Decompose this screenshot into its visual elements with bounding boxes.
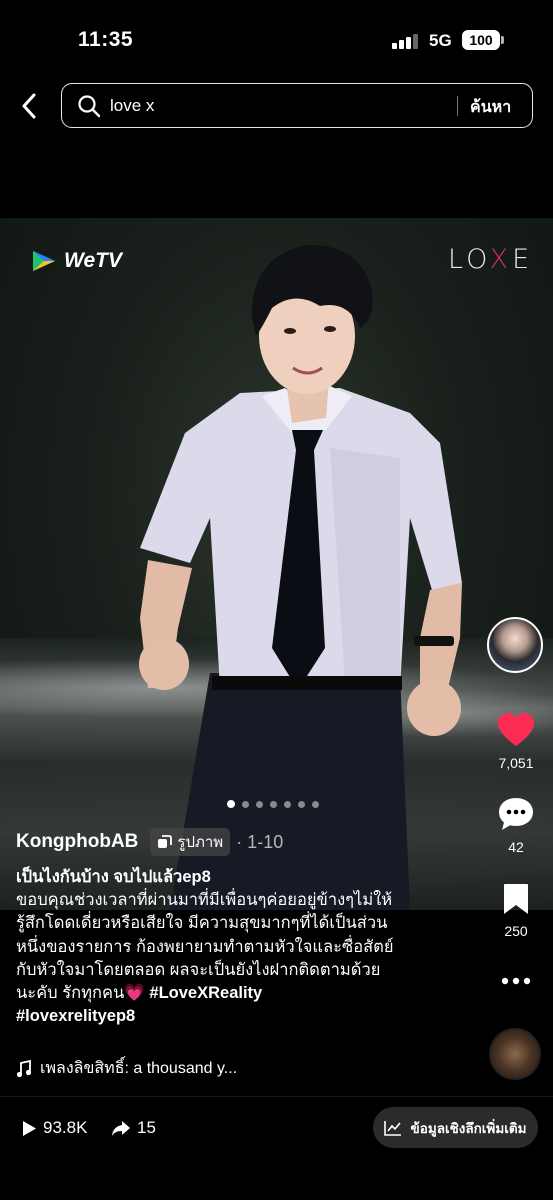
insights-button[interactable]: ข้อมูลเชิงลึกเพิ่มเติม	[373, 1107, 538, 1148]
carousel-indicator	[227, 800, 319, 808]
caption-title: เป็นไงกันบ้าง จบไปแล้วep8	[16, 868, 211, 886]
carousel-dot-active	[227, 800, 235, 808]
carousel-dot	[312, 800, 319, 808]
post-caption[interactable]: เป็นไงกันบ้าง จบไปแล้วep8 ขอบคุณช่วงเวลา…	[16, 866, 431, 1028]
photo-stack-icon	[158, 834, 173, 848]
bookmark-icon	[504, 884, 528, 914]
caption-line: กับหัวใจมาโดยตลอด ผลจะเป็นยังไงฝากติดตาม…	[16, 960, 381, 979]
show-logo-left: LO	[448, 244, 490, 275]
battery-icon: 100	[462, 30, 500, 50]
bookmark-button[interactable]: 250	[487, 882, 545, 939]
more-icon	[501, 977, 531, 985]
caption-text: นะคับ รักทุกคน	[16, 984, 125, 1003]
save-count: 250	[504, 923, 528, 939]
show-logo: LOXE	[448, 244, 533, 275]
caption-line: นะคับ รักทุกคน💗 #LoveXReality	[16, 982, 431, 1005]
music-disc[interactable]	[489, 1028, 541, 1080]
music-label: เพลงลิขสิทธิ์: a thousand y...	[40, 1060, 238, 1077]
play-icon	[23, 1120, 36, 1136]
caption-line: หนึ่งของรายการ ก้องพยายามทำตามหัวใจและซื…	[16, 937, 394, 956]
wetv-play-icon	[33, 251, 55, 271]
comment-count: 42	[508, 839, 524, 855]
like-count: 7,051	[498, 755, 534, 771]
heart-emoji: 💗	[124, 984, 145, 1003]
caption-line: รู้สึกโดดเดี่ยวหรือเสียใจ มีความสุขมากๆท…	[16, 914, 388, 933]
status-time: 11:35	[78, 28, 134, 51]
search-submit-button[interactable]: ค้นหา	[470, 95, 511, 120]
wetv-logo: WeTV	[30, 248, 122, 274]
heart-icon	[498, 713, 534, 746]
hashtag-link[interactable]: #LoveXReality	[149, 984, 262, 1002]
search-divider	[457, 96, 458, 116]
status-bar: 11:35 5G 100	[0, 0, 553, 78]
author-row: KongphobAB รูปภาพ · 1-10	[16, 828, 284, 856]
photo-count: · 1-10	[236, 831, 284, 852]
more-options-button[interactable]	[487, 972, 545, 990]
music-note-icon	[16, 1059, 32, 1077]
share-count[interactable]: 15	[111, 1118, 156, 1138]
view-count: 93.8K	[22, 1118, 87, 1138]
search-box[interactable]: ค้นหา	[61, 83, 533, 128]
author-name[interactable]: KongphobAB	[16, 831, 138, 853]
author-avatar[interactable]	[487, 617, 543, 673]
share-count-value: 15	[137, 1118, 156, 1137]
carousel-dot	[270, 800, 277, 808]
chevron-left-icon	[22, 93, 36, 119]
carousel-dot	[298, 800, 305, 808]
carousel-dot	[256, 800, 263, 808]
network-type: 5G	[429, 31, 452, 50]
comment-button[interactable]: 42	[487, 796, 545, 855]
share-arrow-icon	[112, 1120, 130, 1136]
caption-line: ขอบคุณช่วงเวลาที่ผ่านมาที่มีเพื่อนๆค่อยอ…	[16, 891, 393, 910]
wetv-logo-text: WeTV	[64, 249, 122, 272]
photo-mode-badge[interactable]: รูปภาพ	[150, 828, 231, 856]
bottom-stats-bar: 93.8K 15 ข้อมูลเชิงลึกเพิ่มเติม	[0, 1096, 553, 1200]
photo-mode-label: รูปภาพ	[177, 834, 224, 851]
signal-icon	[392, 33, 418, 49]
search-input[interactable]	[110, 93, 440, 119]
insights-label: ข้อมูลเชิงลึกเพิ่มเติม	[410, 1120, 527, 1136]
trend-chart-icon	[384, 1120, 402, 1136]
carousel-dot	[284, 800, 291, 808]
view-count-value: 93.8K	[43, 1118, 88, 1137]
show-logo-x: X	[489, 244, 513, 275]
show-logo-right: E	[512, 244, 534, 275]
music-info[interactable]: เพลงลิขสิทธิ์: a thousand y...	[16, 1056, 237, 1081]
battery-tip	[501, 36, 504, 44]
hashtag-link[interactable]: #lovexrelityep8	[16, 1005, 431, 1028]
search-header: ค้นหา	[0, 82, 553, 130]
comment-icon	[499, 798, 533, 830]
carousel-dot	[242, 800, 249, 808]
back-button[interactable]	[14, 90, 44, 122]
like-button[interactable]: 7,051	[487, 712, 545, 771]
search-icon	[78, 95, 101, 118]
